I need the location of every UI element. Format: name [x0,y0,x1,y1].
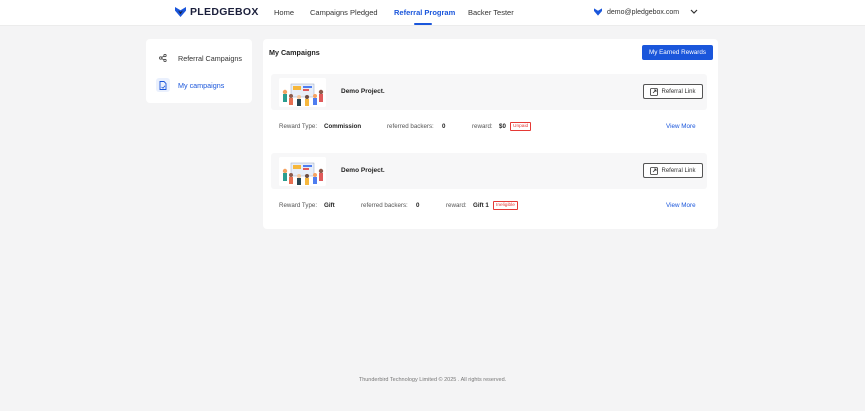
user-avatar-icon [594,8,602,16]
reward-type-value: Gift [324,202,335,209]
page-title: My Campaigns [269,48,320,57]
document-icon [156,78,170,92]
campaign-card: Demo Project. Referral Link Reward Type:… [271,153,707,223]
referred-backers-value: 0 [442,123,446,130]
footer-copyright: Thunderbird Technology Limited © 2025 . … [358,377,507,383]
user-menu[interactable]: demo@pledgebox.com [594,8,698,16]
referral-link-label: Referral Link [661,167,696,174]
referral-link-button[interactable]: Referral Link [643,163,703,178]
my-campaigns-panel: My Campaigns My Earned Rewards Demo Proj… [263,39,718,229]
brand-name: PLEDGEBOX [190,6,259,18]
sidebar-item-label: Referral Campaigns [178,53,242,63]
referral-link-label: Referral Link [661,88,696,95]
nav-campaigns-pledged[interactable]: Campaigns Pledged [310,8,378,17]
status-badge: Unpaid [510,122,532,131]
reward-value: Gift 1 [473,202,489,209]
sidebar-item-referral-campaigns[interactable]: Referral Campaigns [156,51,242,65]
status-badge: Ineligible [493,201,518,210]
project-name[interactable]: Demo Project. [341,167,385,174]
top-navigation-bar: PLEDGEBOX Home Campaigns Pledged Referra… [0,0,865,26]
campaign-thumbnail[interactable] [279,157,326,186]
share-icon [156,51,170,65]
nav-home[interactable]: Home [274,8,294,17]
reward-label: reward: [446,202,467,209]
view-more-link[interactable]: View More [666,202,696,209]
reward-value: $0 [499,123,506,130]
campaign-card-header: Demo Project. Referral Link [271,153,707,189]
reward-type-label: Reward Type: [279,202,318,209]
chevron-down-icon [690,9,698,14]
referral-link-button[interactable]: Referral Link [643,84,703,99]
brand-logo[interactable]: PLEDGEBOX [175,6,259,18]
pledgebox-logo-icon [175,7,186,17]
reward-type-label: Reward Type: [279,123,318,130]
sidebar-item-label: My campaigns [178,80,225,90]
nav-backer-tester[interactable]: Backer Tester [468,8,514,17]
sidebar: Referral Campaigns My campaigns [146,39,252,103]
sidebar-item-my-campaigns[interactable]: My campaigns [156,78,224,92]
campaign-thumbnail[interactable] [279,78,326,107]
view-more-link[interactable]: View More [666,123,696,130]
reward-label: reward: [472,123,493,130]
external-link-icon [650,87,659,96]
user-email: demo@pledgebox.com [607,8,680,16]
campaign-card: Demo Project. Referral Link Reward Type:… [271,74,707,144]
reward-type-value: Commission [324,123,362,130]
referred-backers-value: 0 [416,202,420,209]
referred-backers-label: referred backers: [387,123,434,130]
external-link-icon [650,166,659,175]
nav-referral-program[interactable]: Referral Program [394,8,455,17]
campaign-card-header: Demo Project. Referral Link [271,74,707,110]
project-name[interactable]: Demo Project. [341,88,385,95]
my-earned-rewards-button[interactable]: My Earned Rewards [642,45,713,60]
referred-backers-label: referred backers: [361,202,408,209]
active-nav-indicator [414,23,432,25]
